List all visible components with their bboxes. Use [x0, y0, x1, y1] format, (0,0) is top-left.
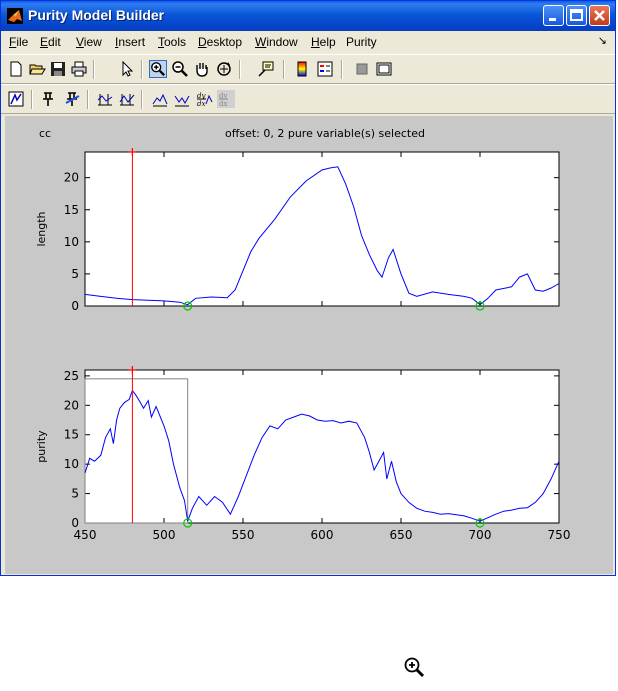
x-tick-label: 550 [232, 528, 255, 542]
svg-text:dx: dx [219, 100, 227, 108]
y-axis-label: length [35, 211, 48, 246]
dydx-1-icon[interactable]: dydx [195, 90, 213, 108]
toolbar-separator [239, 60, 241, 79]
purity-model-icon[interactable] [7, 90, 25, 108]
y-tick-label: 10 [64, 457, 79, 471]
purity-toolbar: dy dx dy dx [1, 84, 615, 114]
minimize-button[interactable] [543, 5, 564, 26]
axes-purity[interactable]: 0510152025450 500 550 600 650 700 750purity [35, 366, 570, 542]
y-tick-label: 20 [64, 398, 79, 412]
figure-toolbar [1, 54, 615, 84]
y-tick-label: 25 [64, 369, 79, 383]
axes-background [84, 369, 560, 524]
x-tick-label: 600 [311, 528, 334, 542]
x-tick-label: 500 [153, 528, 176, 542]
toolbar-separator [283, 60, 285, 79]
show-plot-tools-icon[interactable] [375, 60, 393, 78]
maximize-icon [570, 9, 583, 21]
toolbar-separator [141, 90, 143, 109]
window-title: Purity Model Builder [28, 7, 165, 23]
menu-purity[interactable]: Purity [346, 35, 377, 49]
x-tick-label: 450 [74, 528, 97, 542]
axes-length[interactable]: 0 5 10 15 20 length [35, 148, 560, 313]
menu-tools[interactable]: Tools [158, 35, 186, 49]
legend-icon[interactable] [316, 60, 334, 78]
unpin-variable-icon[interactable] [63, 90, 81, 108]
menu-desktop[interactable]: Desktop [198, 35, 242, 49]
toolbar-separator [31, 90, 33, 109]
toolbar-separator [141, 60, 143, 79]
hide-plot-tools-icon[interactable] [353, 60, 371, 78]
menu-help[interactable]: Help [311, 35, 336, 49]
data-cursor-icon[interactable] [257, 60, 275, 78]
menu-window[interactable]: Window [255, 35, 298, 49]
menu-view[interactable]: View [76, 35, 102, 49]
plot-svg: cc offset: 0, 2 pure variable(s) selecte… [35, 127, 570, 542]
derivative-1-icon[interactable] [96, 90, 114, 108]
title-bar[interactable]: Purity Model Builder [1, 1, 615, 31]
save-icon[interactable] [49, 60, 67, 78]
svg-text:dx: dx [197, 100, 205, 108]
close-button[interactable] [589, 5, 610, 26]
corner-label: cc [39, 127, 51, 140]
menu-bar: File Edit View Insert Tools Desktop Wind… [1, 32, 615, 51]
close-icon [594, 10, 605, 21]
new-file-icon[interactable] [7, 60, 25, 78]
figure-window: Purity Model Builder File Edit View Inse… [0, 0, 616, 576]
y-tick-label: 0 [71, 299, 79, 313]
menu-expand-arrow[interactable]: ↘ [598, 34, 607, 47]
toolbar-separator [93, 60, 95, 79]
derivative-2-icon[interactable] [118, 90, 136, 108]
peak-2-icon[interactable] [173, 90, 191, 108]
toolbar-separator [87, 90, 89, 109]
zoom-in-icon [404, 657, 425, 678]
menu-edit[interactable]: Edit [40, 35, 61, 49]
menu-insert[interactable]: Insert [115, 35, 145, 49]
open-folder-icon[interactable] [28, 60, 46, 78]
pan-hand-icon[interactable] [193, 60, 211, 78]
menu-file[interactable]: File [9, 35, 28, 49]
y-tick-label: 20 [64, 171, 79, 185]
toolbar-separator [341, 60, 343, 79]
pin-variable-icon[interactable] [39, 90, 57, 108]
y-tick-label: 5 [71, 267, 79, 281]
y-axis-label: purity [35, 430, 48, 463]
x-tick-label: 700 [469, 528, 492, 542]
x-tick-label: 650 [390, 528, 413, 542]
matlab-logo-icon [7, 8, 23, 24]
y-tick-label: 15 [64, 203, 79, 217]
peak-1-icon[interactable] [151, 90, 169, 108]
y-tick-label: 10 [64, 235, 79, 249]
maximize-button[interactable] [566, 5, 587, 26]
figure-title: offset: 0, 2 pure variable(s) selected [225, 127, 425, 140]
dydx-2-icon[interactable]: dydx [217, 90, 235, 108]
rotate-3d-icon[interactable] [215, 60, 233, 78]
colorbar-icon[interactable] [293, 60, 311, 78]
zoom-out-icon[interactable] [171, 60, 189, 78]
zoom-in-icon[interactable] [149, 60, 167, 78]
axes-background [84, 151, 560, 307]
x-tick-label: 750 [548, 528, 571, 542]
figure-canvas: cc offset: 0, 2 pure variable(s) selecte… [5, 116, 613, 574]
minimize-icon [549, 18, 556, 21]
y-tick-label: 5 [71, 487, 79, 501]
y-tick-label: 15 [64, 428, 79, 442]
print-icon[interactable] [70, 60, 88, 78]
pointer-icon[interactable] [118, 60, 136, 78]
